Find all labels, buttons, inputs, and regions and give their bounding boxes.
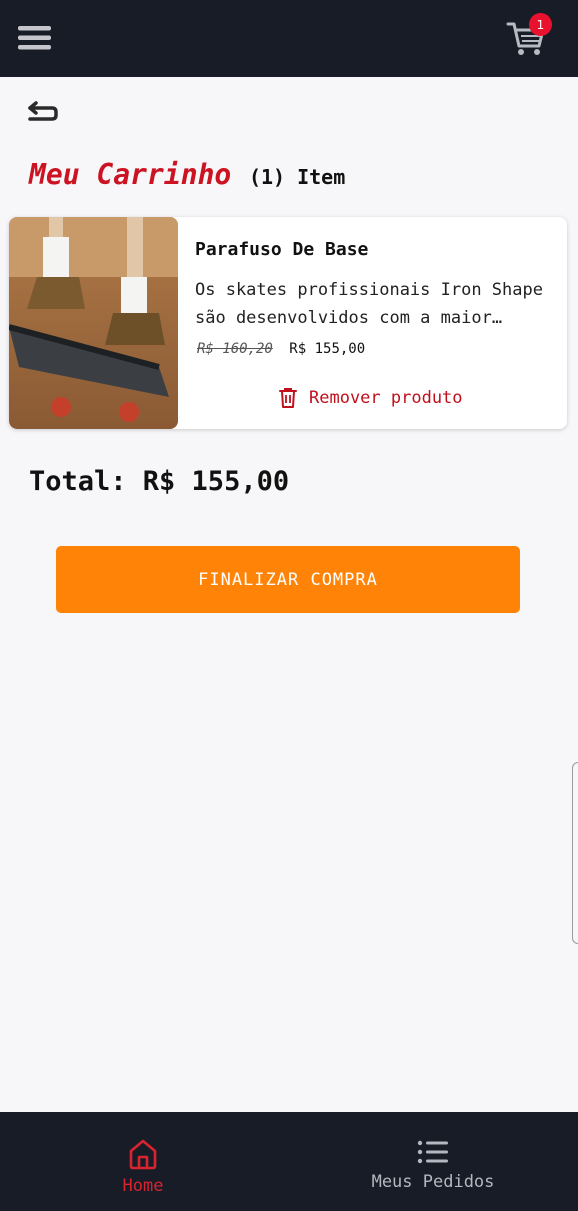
back-button[interactable] bbox=[26, 99, 60, 125]
nav-home[interactable]: Home bbox=[100, 1112, 186, 1211]
current-price: R$ 155,00 bbox=[289, 341, 366, 357]
checkout-button[interactable]: FINALIZAR COMPRA bbox=[56, 546, 520, 613]
product-prices: R$ 160,20 R$ 155,00 bbox=[197, 341, 365, 357]
trash-icon bbox=[279, 388, 297, 408]
back-arrow-icon bbox=[28, 101, 58, 121]
nav-my-orders-label: Meus Pedidos bbox=[371, 1172, 495, 1192]
product-name: Parafuso De Base bbox=[195, 239, 369, 260]
menu-button[interactable] bbox=[18, 24, 52, 52]
cart-heading: Meu Carrinho (1) Item bbox=[29, 158, 345, 191]
product-description: Os skates profissionais Iron Shape são d… bbox=[195, 280, 543, 328]
cart-total: Total: R$ 155,00 bbox=[29, 466, 290, 497]
item-count: (1) Item bbox=[248, 165, 346, 189]
remove-product-label: Remover produto bbox=[309, 388, 463, 408]
product-image bbox=[9, 217, 178, 429]
skateboard-photo bbox=[9, 217, 178, 429]
cart-item-card: Parafuso De Base Os skates profissionais… bbox=[9, 217, 567, 429]
cart-count-badge: 1 bbox=[529, 13, 552, 36]
list-icon bbox=[417, 1140, 448, 1164]
old-price: R$ 160,20 bbox=[197, 341, 273, 357]
nav-my-orders[interactable]: Meus Pedidos bbox=[358, 1112, 508, 1211]
top-app-bar: 1 bbox=[0, 0, 578, 77]
bottom-navigation: Home Meus Pedidos bbox=[0, 1112, 578, 1211]
page-title: Meu Carrinho bbox=[29, 158, 232, 191]
nav-home-label: Home bbox=[122, 1176, 164, 1196]
remove-product-button[interactable]: Remover produto bbox=[279, 385, 463, 411]
home-icon bbox=[129, 1139, 157, 1170]
scroll-handle[interactable] bbox=[572, 762, 578, 944]
hamburger-menu-icon bbox=[18, 26, 51, 50]
